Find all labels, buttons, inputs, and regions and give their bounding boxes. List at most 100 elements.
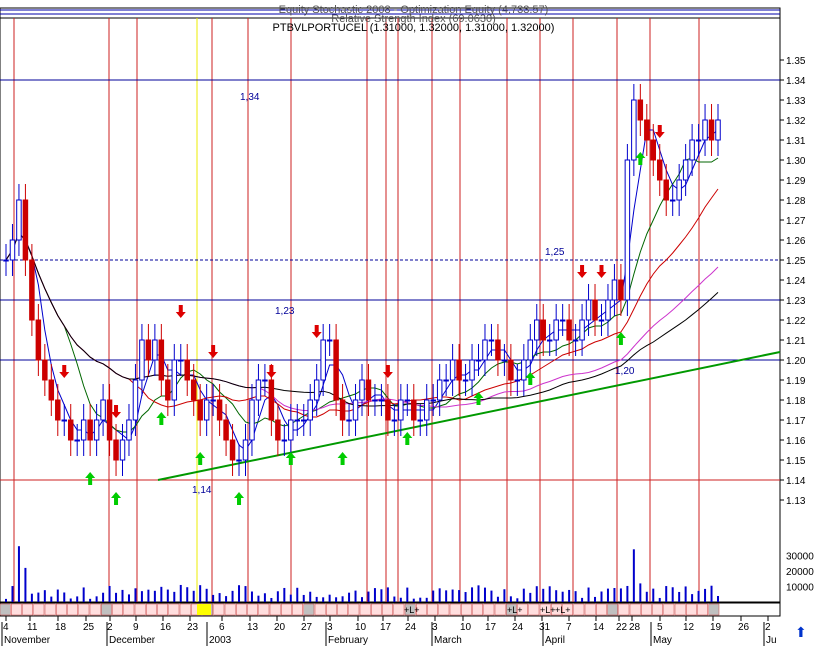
price-bar xyxy=(106,399,113,441)
signal-cell xyxy=(393,603,405,616)
price-bar xyxy=(359,379,365,401)
month-label: Ju xyxy=(766,635,777,646)
price-bar xyxy=(307,399,313,421)
price-bar xyxy=(572,339,579,342)
price-tick-label: 1.28 xyxy=(786,196,806,207)
signal-cell xyxy=(584,603,596,616)
date-tick-label: 10 xyxy=(460,622,472,633)
price-bar xyxy=(126,419,132,441)
signal-cell xyxy=(427,603,438,616)
price-bar xyxy=(605,299,611,321)
price-bar xyxy=(158,339,165,381)
signal-cell xyxy=(168,603,180,616)
signal-cell xyxy=(146,603,157,616)
price-tick-label: 1.35 xyxy=(786,56,806,67)
price-bar xyxy=(3,259,9,262)
price-bar xyxy=(313,379,320,401)
price-tick-label: 1.27 xyxy=(786,216,806,227)
date-tick-label: 24 xyxy=(405,622,417,633)
price-tick-label: 1.31 xyxy=(786,136,806,147)
level-label: 1,34 xyxy=(240,92,260,103)
price-bar xyxy=(592,299,598,321)
price-chart: 1.35 1.34 1.33 1.32 1.31 1.30 1.29 1.28 1.27 1.26… xyxy=(0,0,827,646)
signal-cell xyxy=(33,603,45,616)
signal-cell xyxy=(314,603,326,616)
signal-cell xyxy=(348,603,360,616)
price-bar xyxy=(197,399,203,421)
price-bar xyxy=(372,399,378,402)
date-tick-label: 19 xyxy=(710,622,722,633)
date-tick-label: 18 xyxy=(55,622,67,633)
price-bar xyxy=(482,339,488,361)
price-bar xyxy=(469,359,475,381)
signal-cell xyxy=(326,603,337,616)
signal-cell xyxy=(382,603,393,616)
price-tick-label: 1.34 xyxy=(786,76,806,87)
signal-cell xyxy=(44,603,56,616)
price-bar xyxy=(333,339,339,401)
scroll-up-icon[interactable]: ⬆ xyxy=(795,624,807,641)
price-bar xyxy=(443,379,449,382)
date-tick-label: 25 xyxy=(83,622,95,633)
price-bar xyxy=(223,419,229,441)
month-label: March xyxy=(434,635,462,646)
volume-tick-label: 30000 xyxy=(786,552,814,563)
signal-cell xyxy=(371,603,382,616)
date-tick-label: 14 xyxy=(593,622,605,633)
price-bar xyxy=(436,379,443,401)
price-bar xyxy=(637,99,644,121)
price-bar xyxy=(165,379,171,401)
month-label: May xyxy=(653,635,672,646)
price-tick-label: 1.30 xyxy=(786,156,806,167)
price-bar xyxy=(190,379,197,401)
signal-cell xyxy=(269,603,281,616)
price-bar xyxy=(249,399,255,441)
date-tick-label: 27 xyxy=(301,622,313,633)
price-bar xyxy=(385,399,391,421)
price-bar xyxy=(80,419,87,441)
signal-label: +L+ xyxy=(540,605,556,615)
price-bar xyxy=(9,239,16,261)
price-bar xyxy=(715,119,721,141)
price-bar xyxy=(702,119,708,141)
price-bar xyxy=(508,359,514,381)
price-bar xyxy=(624,159,631,301)
price-bar xyxy=(339,399,346,421)
price-bar xyxy=(210,399,216,402)
price-bar xyxy=(216,399,223,421)
signal-cell xyxy=(607,603,618,616)
signal-cell xyxy=(123,603,135,616)
signal-cell xyxy=(641,603,652,616)
price-tick-label: 1.25 xyxy=(786,256,806,267)
date-tick-label: 9 xyxy=(133,622,139,633)
date-tick-label: 31 xyxy=(539,622,551,633)
signal-cell xyxy=(101,603,112,616)
price-bar xyxy=(449,359,456,381)
price-bar xyxy=(74,439,80,442)
price-tick-label: 1.16 xyxy=(786,436,806,447)
signal-cell xyxy=(134,603,146,616)
price-bar xyxy=(618,279,624,301)
price-bar xyxy=(178,359,184,362)
price-bar xyxy=(48,379,55,401)
price-bar xyxy=(184,359,190,381)
signal-cell xyxy=(0,603,11,616)
price-tick-label: 1.20 xyxy=(786,356,806,367)
signal-cell xyxy=(573,603,585,616)
price-bar xyxy=(708,119,715,141)
price-bar xyxy=(171,359,178,401)
signal-cell xyxy=(236,603,247,616)
signal-cell xyxy=(292,603,303,616)
signal-cell xyxy=(686,603,697,616)
price-tick-label: 1.29 xyxy=(786,176,806,187)
signal-cell xyxy=(449,603,461,616)
price-tick-label: 1.13 xyxy=(786,496,806,507)
price-bar xyxy=(514,379,521,382)
signal-cell xyxy=(359,603,371,616)
price-bar xyxy=(229,439,236,461)
volume-tick-label: 20000 xyxy=(786,567,814,578)
price-bar xyxy=(55,399,61,421)
date-tick-label: 2 xyxy=(765,622,771,633)
date-tick-label: 26 xyxy=(738,622,750,633)
signal-cell xyxy=(67,603,78,616)
